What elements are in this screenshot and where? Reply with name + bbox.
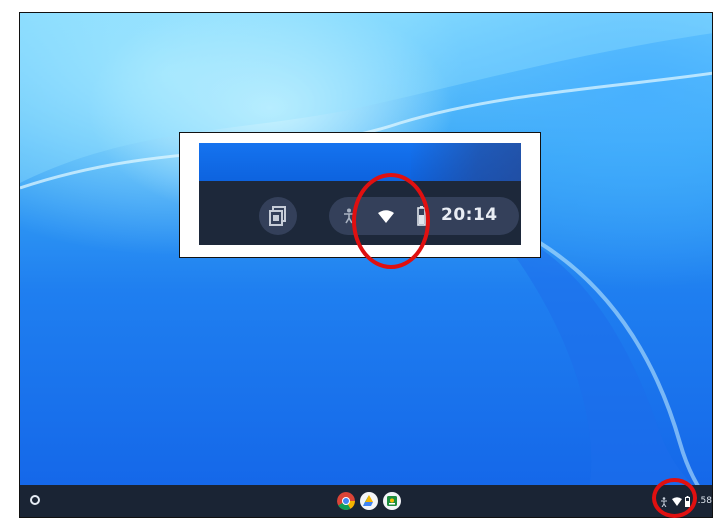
wallpaper-waves [20,13,712,517]
zoomed-wallpaper [199,143,521,181]
highlight-circle-inset [352,173,430,269]
highlight-circle-tray [652,478,697,518]
google-classroom-icon[interactable] [383,492,401,510]
launcher-circle-icon[interactable] [30,495,40,505]
tray-time: .58 [697,496,712,506]
google-drive-icon[interactable] [360,492,378,510]
screenshot-frame: .58 [19,12,713,518]
shelf: .58 [20,485,712,517]
screen-capture-icon [269,206,286,226]
status-time: 20:14 [441,205,498,225]
chrome-icon[interactable] [337,492,355,510]
screen-capture-button[interactable] [259,197,297,235]
